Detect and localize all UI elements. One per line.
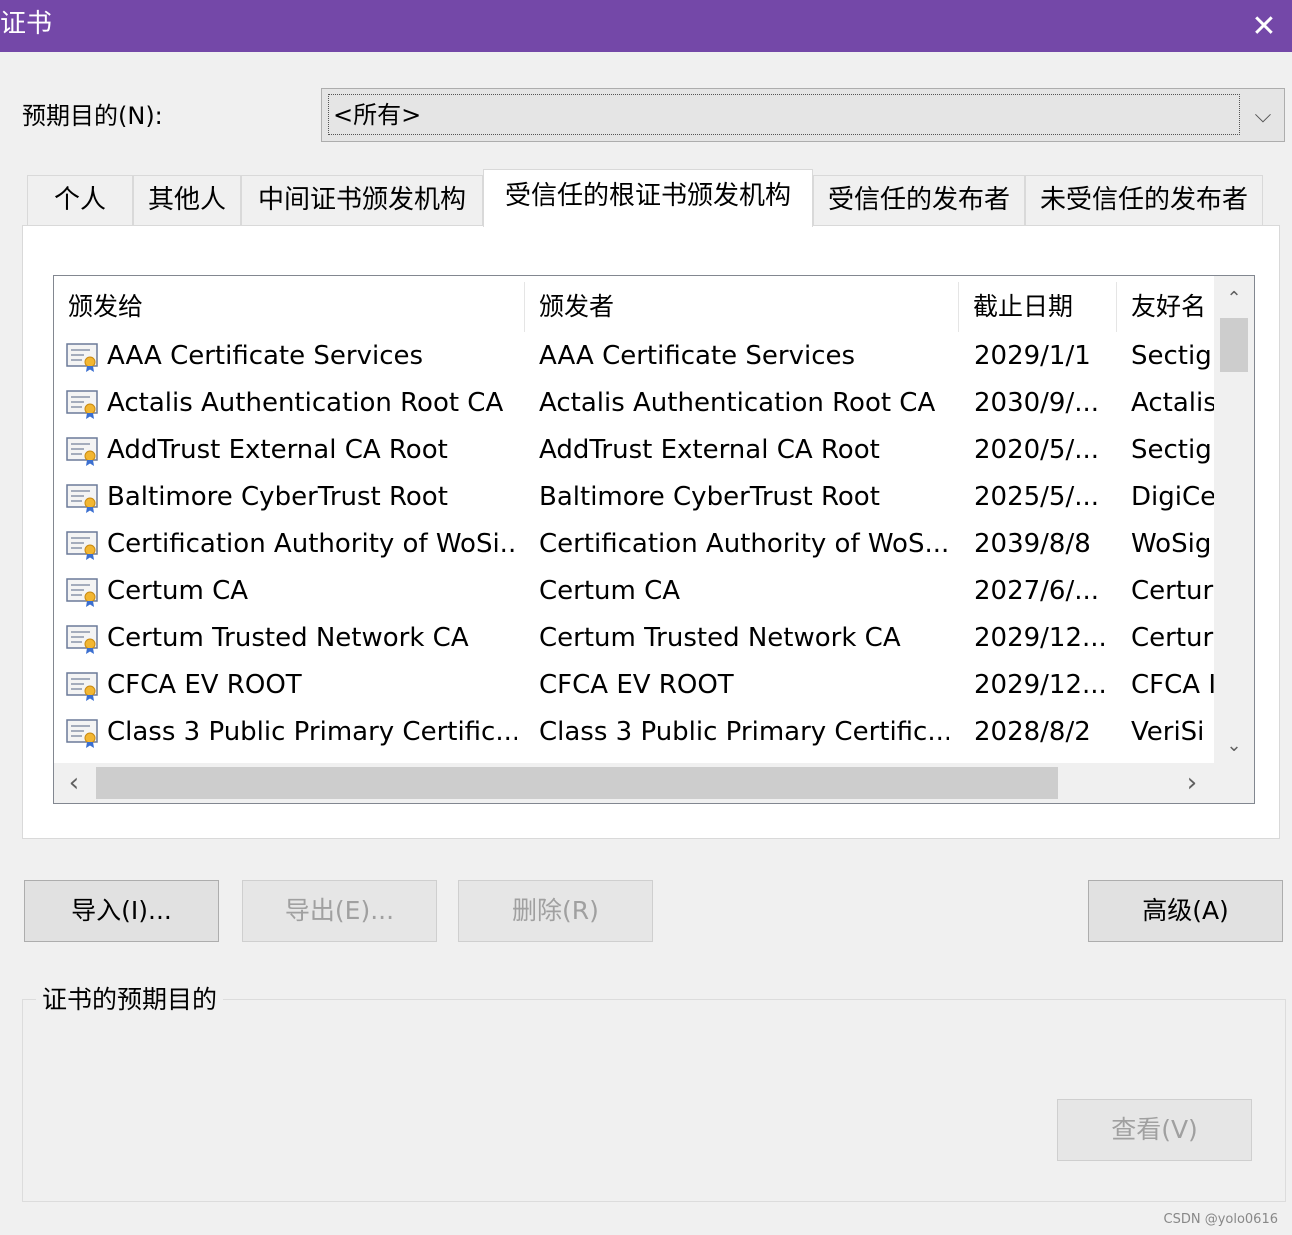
cell-friendly-name: CFCA I [1131,670,1214,700]
purpose-dropdown[interactable]: <所有> ⌵ [321,88,1285,142]
certificate-list[interactable]: 颁发给 颁发者 截止日期 友好名 AAA Certificate Service… [53,275,1255,804]
cell-friendly-name: Certur [1131,623,1214,653]
column-header-friendly-name[interactable]: 友好名 [1117,282,1214,332]
tab-trusted-root-ca[interactable]: 受信任的根证书颁发机构 [483,169,813,227]
cell-friendly-name: DigiCe [1131,482,1214,512]
certificate-icon [66,578,98,607]
tab-intermediate-ca[interactable]: 中间证书颁发机构 [241,175,483,225]
certificate-icon [66,390,98,419]
cell-expiration: 2029/1/1 [974,341,1091,371]
cell-issued-to: Certum Trusted Network CA [107,623,469,653]
certificate-icon [66,343,98,372]
scroll-up-icon[interactable]: ⌃ [1214,278,1254,318]
table-row[interactable]: Certum Trusted Network CA Certum Trusted … [54,615,1214,662]
cell-friendly-name: WoSig [1131,529,1212,559]
export-button[interactable]: 导出(E)... [242,880,437,942]
horizontal-scrollbar[interactable]: ‹ › [54,763,1214,803]
cell-issued-by: Certification Authority of WoS... [539,529,949,559]
cell-issued-by: AAA Certificate Services [539,341,856,371]
table-row[interactable]: AAA Certificate Services AAA Certificate … [54,333,1214,380]
certificate-icon [66,672,98,701]
cell-issued-by: Certum Trusted Network CA [539,623,901,653]
cell-issued-to: CFCA EV ROOT [107,670,302,700]
table-row[interactable]: Class 3 Public Primary Certific... Class … [54,709,1214,756]
cell-expiration: 2027/6/... [974,576,1100,606]
purpose-value: <所有> [328,94,1240,135]
cell-issued-by: Class 3 Public Primary Certific... [539,717,949,747]
tab-trusted-publishers[interactable]: 受信任的发布者 [813,175,1025,225]
chevron-down-icon[interactable]: ⌵ [1242,89,1284,141]
horizontal-scroll-thumb[interactable] [96,767,1058,799]
table-row[interactable]: CFCA EV ROOT CFCA EV ROOT 2029/12... CFCA I [54,662,1214,709]
table-row[interactable]: Baltimore CyberTrust Root Baltimore Cyber… [54,474,1214,521]
cell-expiration: 2025/5/... [974,482,1100,512]
view-button[interactable]: 查看(V) [1057,1099,1252,1161]
column-header-issued-by[interactable]: 颁发者 [525,282,958,332]
tab-untrusted-publishers[interactable]: 未受信任的发布者 [1025,175,1263,225]
certificate-icon [66,531,98,560]
cell-expiration: 2029/12... [974,623,1107,653]
cell-issued-to: Class 3 Public Primary Certific... [107,717,517,747]
column-header-expiration[interactable]: 截止日期 [959,282,1116,332]
cell-friendly-name: Sectig [1131,435,1212,465]
purposes-group-label: 证书的预期目的 [36,982,224,1018]
cell-expiration: 2020/5/... [974,435,1100,465]
window-title: 证书 [0,9,53,39]
cell-issued-to: Certum CA [107,576,249,606]
cell-issued-to: AAA Certificate Services [107,341,424,371]
cell-expiration: 2029/12... [974,670,1107,700]
cell-issued-by: Certum CA [539,576,681,606]
cell-issued-to: AddTrust External CA Root [107,435,448,465]
advanced-button[interactable]: 高级(A) [1088,880,1283,942]
tab-other-people[interactable]: 其他人 [133,175,241,225]
import-button[interactable]: 导入(I)... [24,880,219,942]
certificate-icon [66,484,98,513]
cell-issued-to: Baltimore CyberTrust Root [107,482,448,512]
scroll-right-icon[interactable]: › [1172,763,1212,803]
vertical-scrollbar[interactable]: ⌃ ⌄ [1214,276,1254,765]
cell-friendly-name: VeriSi [1131,717,1205,747]
cell-issued-by: Actalis Authentication Root CA [539,388,936,418]
table-row[interactable]: Actalis Authentication Root CA Actalis Au… [54,380,1214,427]
certificate-icon [66,437,98,466]
cell-issued-by: Baltimore CyberTrust Root [539,482,880,512]
vertical-scroll-thumb[interactable] [1220,318,1248,372]
column-header-issued-to[interactable]: 颁发给 [54,282,524,332]
cell-friendly-name: Actalis [1131,388,1214,418]
certificate-icon [66,625,98,654]
close-icon: ✕ [1251,8,1277,44]
watermark: CSDN @yolo0616 [1163,1212,1279,1227]
table-row[interactable]: Certum CA Certum CA 2027/6/... Certur [54,568,1214,615]
table-row[interactable]: Certification Authority of WoSi... Certif… [54,521,1214,568]
tab-personal[interactable]: 个人 [27,175,133,225]
scroll-left-icon[interactable]: ‹ [54,763,94,803]
remove-button[interactable]: 删除(R) [458,880,653,942]
cell-expiration: 2028/8/2 [974,717,1091,747]
title-bar: 证书 ✕ [0,0,1292,52]
purpose-label: 预期目的(N): [22,102,163,130]
cell-issued-to: Certification Authority of WoSi... [107,529,517,559]
cell-issued-by: CFCA EV ROOT [539,670,734,700]
cell-expiration: 2030/9/... [974,388,1100,418]
cell-friendly-name: Sectig [1131,341,1212,371]
cell-friendly-name: Certur [1131,576,1214,606]
cell-issued-to: Actalis Authentication Root CA [107,388,504,418]
cell-issued-by: AddTrust External CA Root [539,435,880,465]
scroll-down-icon[interactable]: ⌄ [1214,725,1254,765]
certificate-icon [66,719,98,748]
table-row[interactable]: AddTrust External CA Root AddTrust Extern… [54,427,1214,474]
scrollbar-corner [1214,763,1254,803]
cell-expiration: 2039/8/8 [974,529,1091,559]
close-button[interactable]: ✕ [1236,0,1292,52]
